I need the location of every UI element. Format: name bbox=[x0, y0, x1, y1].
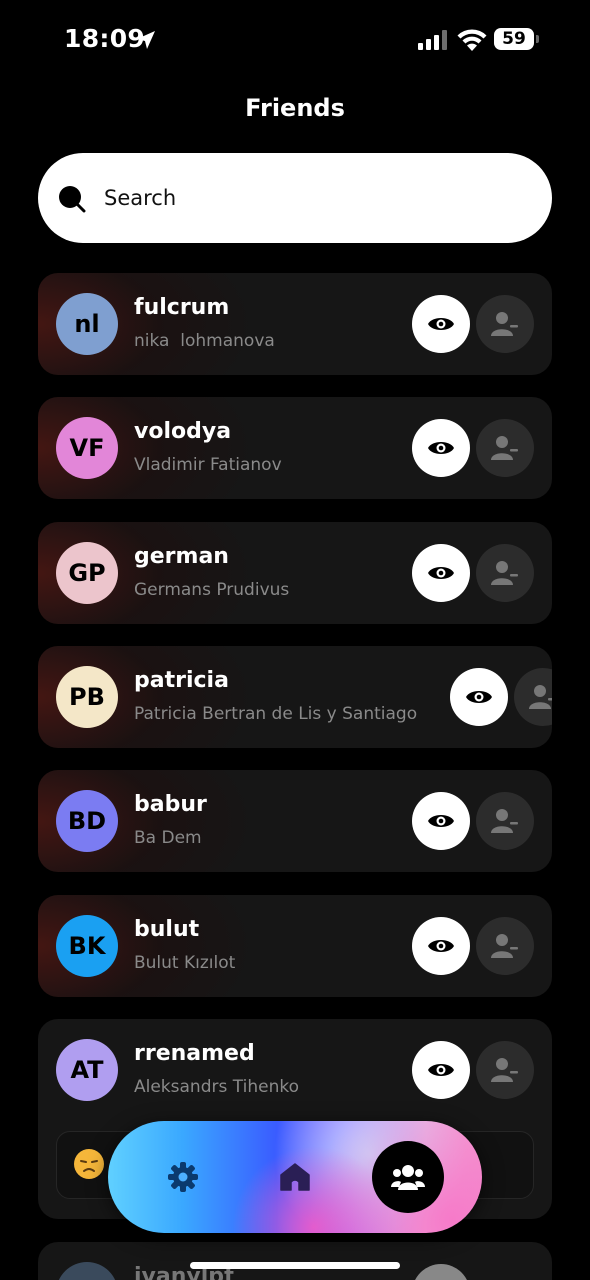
friend-card[interactable]: PB patricia Patricia Bertran de Lis y Sa… bbox=[38, 646, 552, 748]
friend-username: patricia bbox=[134, 668, 229, 693]
view-friend-button[interactable] bbox=[412, 544, 470, 602]
avatar: BK bbox=[56, 915, 118, 977]
battery-indicator: 59 bbox=[494, 28, 534, 50]
user-minus-icon bbox=[491, 561, 518, 585]
battery-tip bbox=[536, 35, 539, 43]
friend-card[interactable]: BK bulut Bulut Kızılot bbox=[38, 895, 552, 997]
user-minus-icon bbox=[491, 809, 518, 833]
remove-friend-button[interactable] bbox=[514, 668, 552, 726]
location-arrow-icon bbox=[137, 31, 155, 49]
view-friend-button[interactable] bbox=[412, 295, 470, 353]
user-minus-icon bbox=[491, 934, 518, 958]
home-icon bbox=[280, 1163, 310, 1191]
friend-full-name: Germans Prudivus bbox=[134, 580, 290, 600]
view-friend-button[interactable] bbox=[450, 668, 508, 726]
friend-username: bulut bbox=[134, 917, 200, 942]
status-bar: 18:09 59 bbox=[0, 0, 590, 80]
page-title: Friends bbox=[245, 94, 345, 122]
user-minus-icon bbox=[491, 1058, 518, 1082]
avatar: PB bbox=[56, 666, 118, 728]
eye-icon bbox=[466, 691, 492, 703]
friend-card[interactable]: GP german Germans Prudivus bbox=[38, 522, 552, 624]
user-minus-icon bbox=[491, 312, 518, 336]
friend-username: rrenamed bbox=[134, 1041, 255, 1066]
wifi-icon bbox=[457, 29, 487, 51]
remove-friend-button[interactable] bbox=[476, 295, 534, 353]
view-friend-button[interactable] bbox=[412, 1264, 470, 1280]
remove-friend-button[interactable] bbox=[476, 419, 534, 477]
search-input[interactable] bbox=[104, 153, 524, 243]
friend-username: babur bbox=[134, 792, 207, 817]
remove-friend-button[interactable] bbox=[476, 544, 534, 602]
friend-full-name: Bulut Kızılot bbox=[134, 953, 236, 973]
friend-card[interactable]: ivanylpf bbox=[38, 1242, 552, 1280]
friend-full-name: nika lohmanova bbox=[134, 331, 275, 351]
avatar bbox=[56, 1262, 118, 1280]
remove-friend-button[interactable] bbox=[476, 1041, 534, 1099]
avatar: VF bbox=[56, 417, 118, 479]
bottom-nav bbox=[108, 1121, 482, 1233]
eye-icon bbox=[428, 567, 454, 579]
friend-card[interactable]: BD babur Ba Dem bbox=[38, 770, 552, 872]
avatar: BD bbox=[56, 790, 118, 852]
eye-icon bbox=[428, 318, 454, 330]
remove-friend-button[interactable] bbox=[476, 917, 534, 975]
eye-icon bbox=[428, 815, 454, 827]
view-friend-button[interactable] bbox=[412, 792, 470, 850]
disappointed-face-icon bbox=[74, 1149, 104, 1179]
friends-group-icon bbox=[391, 1165, 425, 1190]
friend-card[interactable]: VF volodya Vladimir Fatianov bbox=[38, 397, 552, 499]
friend-full-name: Patricia Bertran de Lis y Santiago bbox=[134, 704, 418, 724]
eye-icon bbox=[428, 940, 454, 952]
search-bar[interactable] bbox=[38, 153, 552, 243]
home-indicator bbox=[190, 1262, 400, 1269]
eye-icon bbox=[428, 1064, 454, 1076]
user-minus-icon bbox=[491, 436, 518, 460]
view-friend-button[interactable] bbox=[412, 419, 470, 477]
gear-icon bbox=[168, 1162, 198, 1192]
friend-full-name: Vladimir Fatianov bbox=[134, 455, 282, 475]
friend-username: fulcrum bbox=[134, 295, 230, 320]
nav-settings-button[interactable] bbox=[148, 1142, 218, 1212]
avatar: GP bbox=[56, 542, 118, 604]
user-minus-icon bbox=[529, 685, 552, 709]
status-time: 18:09 bbox=[64, 24, 146, 53]
avatar: nl bbox=[56, 293, 118, 355]
cellular-signal-icon bbox=[418, 30, 447, 50]
friend-username: german bbox=[134, 544, 229, 569]
view-friend-button[interactable] bbox=[412, 917, 470, 975]
search-icon bbox=[59, 186, 86, 213]
nav-friends-button[interactable] bbox=[372, 1141, 444, 1213]
friend-full-name: Aleksandrs Tihenko bbox=[134, 1077, 299, 1097]
nav-home-button[interactable] bbox=[260, 1142, 330, 1212]
view-friend-button[interactable] bbox=[412, 1041, 470, 1099]
friend-username: volodya bbox=[134, 419, 232, 444]
friend-card[interactable]: nl fulcrum nika lohmanova bbox=[38, 273, 552, 375]
remove-friend-button[interactable] bbox=[476, 792, 534, 850]
friend-full-name: Ba Dem bbox=[134, 828, 202, 848]
avatar: AT bbox=[56, 1039, 118, 1101]
eye-icon bbox=[428, 442, 454, 454]
